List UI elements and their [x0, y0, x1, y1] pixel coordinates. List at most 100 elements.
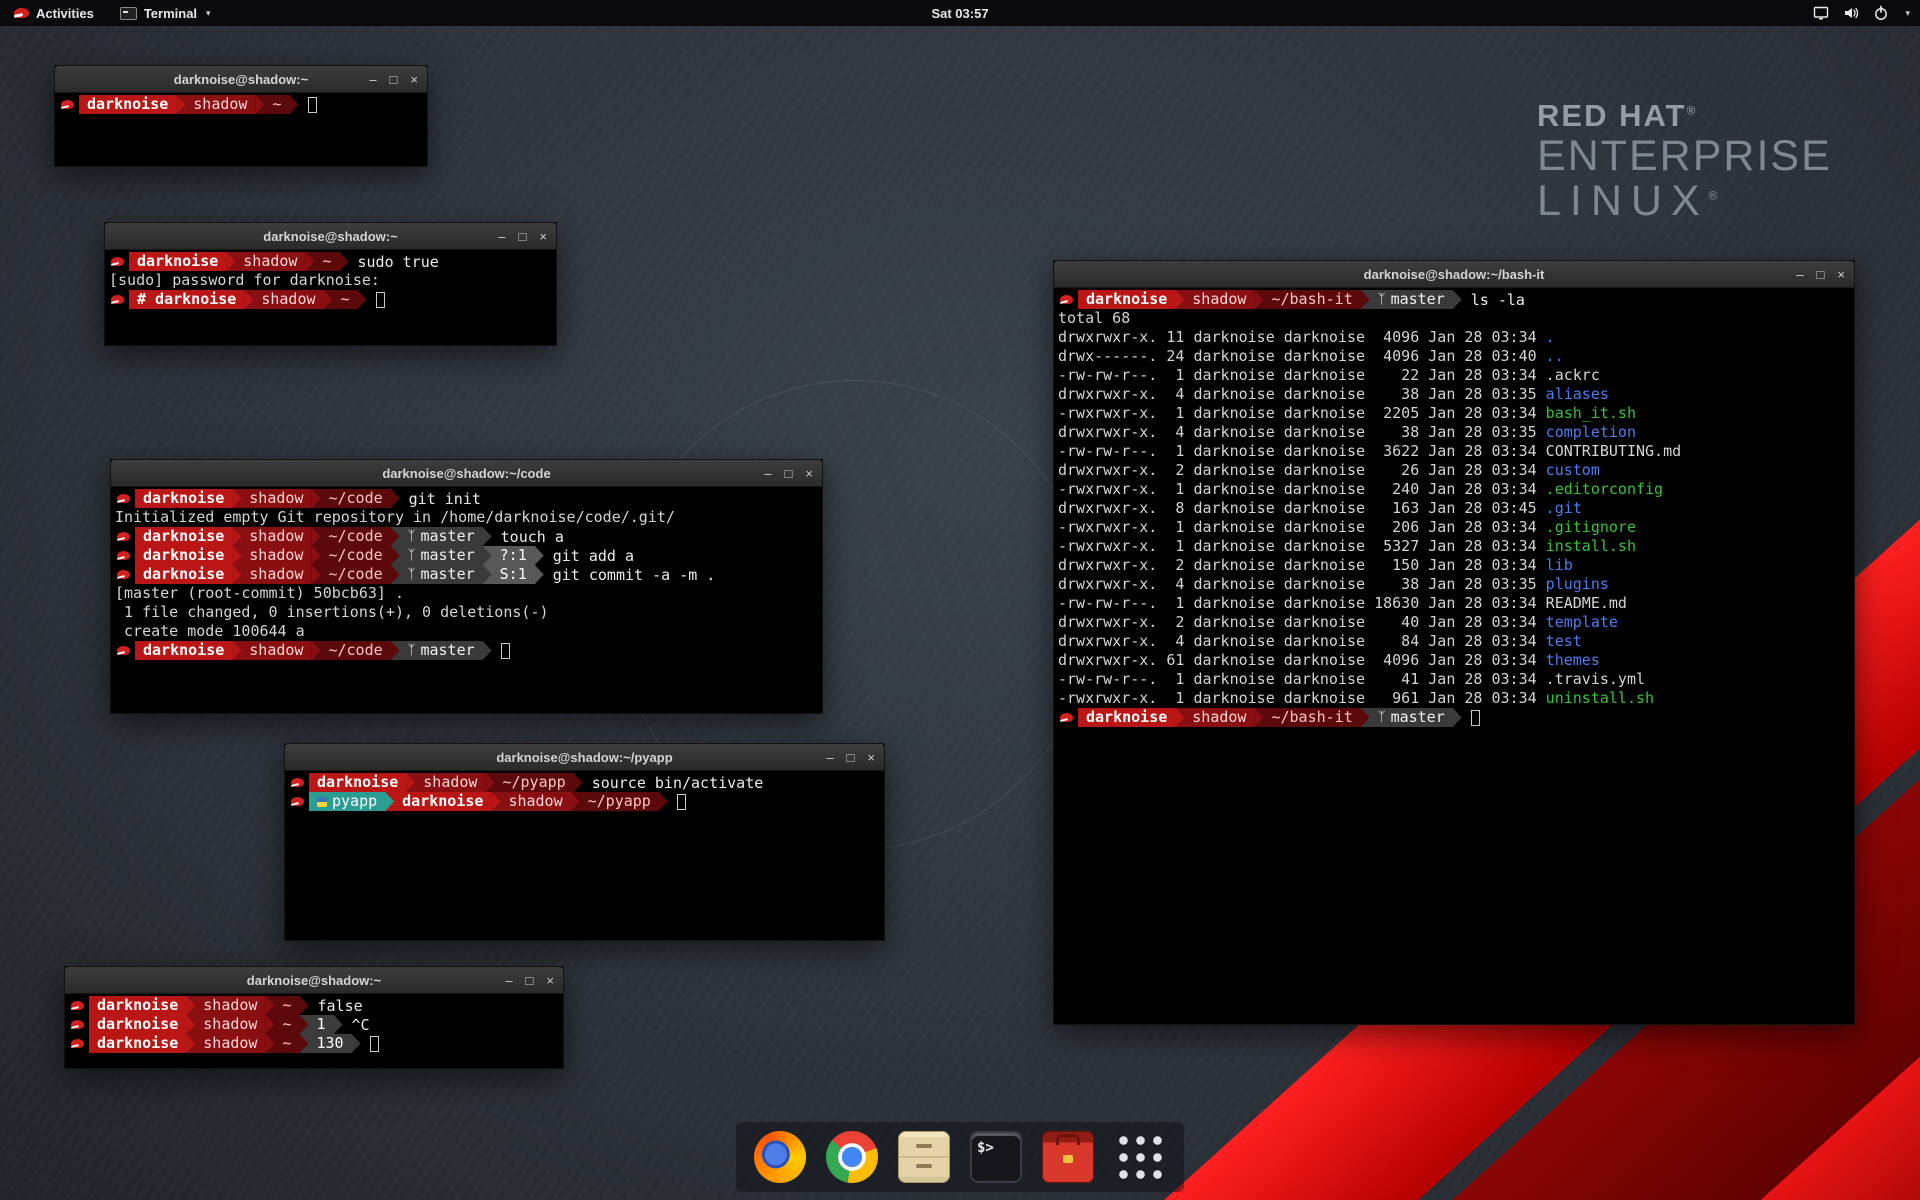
terminal-body[interactable]: darknoiseshadow~: [55, 93, 427, 166]
terminal-window-code[interactable]: darknoise@shadow:~/code–□×darknoiseshado…: [110, 459, 823, 714]
minimize-button[interactable]: –: [826, 751, 833, 764]
close-button[interactable]: ×: [805, 467, 813, 480]
prompt-segment-path: ~/code: [320, 527, 390, 546]
terminal-body[interactable]: darknoiseshadow~falsedarknoiseshadow~1^C…: [65, 994, 563, 1068]
window-titlebar[interactable]: darknoise@shadow:~/bash-it–□×: [1054, 261, 1854, 288]
output-text: bash_it.sh: [1546, 404, 1636, 423]
prompt-segment-host: shadow: [415, 773, 485, 792]
clock[interactable]: Sat 03:57: [931, 6, 988, 21]
prompt-segment-path: ~: [264, 95, 289, 114]
redhat-prompt-icon: [71, 1020, 84, 1029]
dock-firefox-icon[interactable]: [754, 1131, 806, 1183]
terminal-line: create mode 100644 a: [115, 622, 818, 641]
volume-icon[interactable]: [1843, 5, 1859, 21]
terminal-window-exit-codes[interactable]: darknoise@shadow:~ – □ × darknoiseshadow~fal…: [64, 966, 564, 1069]
minimize-button[interactable]: –: [369, 73, 376, 86]
window-title: darknoise@shadow:~: [247, 973, 381, 988]
output-text: .editorconfig: [1546, 480, 1663, 499]
maximize-button[interactable]: □: [847, 751, 855, 764]
powerline-arrow-icon: [1453, 290, 1462, 309]
terminal-window-bash-it[interactable]: darknoise@shadow:~/bash-it–□×darknoisesh…: [1053, 260, 1855, 1025]
window-title: darknoise@shadow:~: [174, 72, 308, 87]
app-menu-terminal[interactable]: Terminal ▾: [114, 0, 217, 26]
output-text: [sudo] password for darknoise:: [109, 271, 380, 290]
terminal-line: darknoiseshadow~/codeᛉmasterS:1git commi…: [115, 565, 818, 584]
dock-files-icon[interactable]: [898, 1131, 950, 1183]
close-button[interactable]: ×: [539, 230, 547, 243]
powerline-arrow-icon: [352, 1034, 361, 1053]
terminal-line: drwxrwxr-x. 11 darknoise darknoise 4096 …: [1058, 328, 1850, 347]
window-titlebar[interactable]: darknoise@shadow:~ – □ ×: [65, 967, 563, 994]
prompt-segment-path: ~/pyapp: [494, 773, 573, 792]
status-menu-caret-icon[interactable]: ▾: [1905, 8, 1910, 19]
power-icon[interactable]: [1873, 5, 1889, 21]
output-text: drwxrwxr-x. 2 darknoise darknoise 40 Jan…: [1058, 613, 1546, 632]
minimize-button[interactable]: –: [505, 974, 512, 987]
prompt-segment-status: ?:1: [492, 546, 535, 565]
terminal-line: -rwxrwxr-x. 1 darknoise darknoise 2205 J…: [1058, 404, 1850, 423]
terminal-window-home-small[interactable]: darknoise@shadow:~–□×darknoiseshadow~: [54, 65, 428, 167]
output-text: drwxrwxr-x. 4 darknoise darknoise 38 Jan…: [1058, 385, 1546, 404]
terminal-line: darknoiseshadow~/bash-itᛉmaster: [1058, 708, 1850, 727]
prompt-segment-user: darknoise: [135, 546, 232, 565]
terminal-body[interactable]: darknoiseshadow~/bash-itᛉmasterls -latot…: [1054, 288, 1854, 1024]
window-controls: – □ ×: [826, 744, 875, 771]
display-icon[interactable]: [1813, 5, 1829, 21]
prompt-segment-host: shadow: [185, 95, 255, 114]
terminal-line: Initialized empty Git repository in /hom…: [115, 508, 818, 527]
close-button[interactable]: ×: [867, 751, 875, 764]
git-branch-icon: ᛉ: [408, 641, 416, 660]
dock-chrome-icon[interactable]: [826, 1131, 878, 1183]
output-text: Initialized empty Git repository in /hom…: [115, 508, 675, 527]
close-button[interactable]: ×: [410, 73, 418, 86]
output-text: drwxrwxr-x. 61 darknoise darknoise 4096 …: [1058, 651, 1546, 670]
dock-toolbox-icon[interactable]: [1042, 1131, 1094, 1183]
powerline-arrow-icon: [311, 489, 320, 508]
prompt-segment-user: # darknoise: [129, 290, 244, 309]
command-text: source bin/activate: [592, 774, 764, 792]
terminal-line: # darknoiseshadow~: [109, 290, 552, 309]
terminal-body[interactable]: darknoiseshadow~sudo true[sudo] password…: [105, 250, 556, 345]
prompt-segment-path: ~/bash-it: [1263, 708, 1360, 727]
dock-terminal-icon[interactable]: $>: [970, 1131, 1022, 1183]
powerline-arrow-icon: [391, 489, 400, 508]
powerline-arrow-icon: [406, 773, 415, 792]
minimize-button[interactable]: –: [498, 230, 505, 243]
terminal-body[interactable]: darknoiseshadow~/pyappsource bin/activat…: [285, 771, 884, 940]
terminal-window-pyapp[interactable]: darknoise@shadow:~/pyapp–□×darknoiseshad…: [284, 743, 885, 941]
output-text: 1 file changed, 0 insertions(+), 0 delet…: [115, 603, 548, 622]
terminal-line: -rwxrwxr-x. 1 darknoise darknoise 5327 J…: [1058, 537, 1850, 556]
output-text: -rw-rw-r--. 1 darknoise darknoise 18630 …: [1058, 594, 1546, 613]
maximize-button[interactable]: □: [1817, 268, 1825, 281]
maximize-button[interactable]: □: [785, 467, 793, 480]
close-button[interactable]: ×: [546, 974, 554, 987]
system-status-area[interactable]: ▾: [1813, 5, 1920, 21]
minimize-button[interactable]: –: [764, 467, 771, 480]
output-text: CONTRIBUTING.md: [1546, 442, 1681, 461]
maximize-button[interactable]: □: [390, 73, 398, 86]
prompt-segment-path: ~: [333, 290, 358, 309]
activities-button[interactable]: Activities: [8, 0, 100, 26]
window-titlebar[interactable]: darknoise@shadow:~–□×: [105, 223, 556, 250]
redhat-prompt-icon: [71, 1001, 84, 1010]
window-titlebar[interactable]: darknoise@shadow:~ – □ ×: [55, 66, 427, 93]
powerline-arrow-icon: [391, 527, 400, 546]
window-title: darknoise@shadow:~/pyapp: [496, 750, 672, 765]
powerline-arrow-icon: [574, 773, 583, 792]
git-branch-icon: ᛉ: [1378, 708, 1386, 727]
close-button[interactable]: ×: [1837, 268, 1845, 281]
terminal-window-sudo[interactable]: darknoise@shadow:~–□×darknoiseshadow~sud…: [104, 222, 557, 346]
powerline-arrow-icon: [300, 996, 309, 1015]
minimize-button[interactable]: –: [1796, 268, 1803, 281]
maximize-button[interactable]: □: [519, 230, 527, 243]
window-titlebar[interactable]: darknoise@shadow:~/code–□×: [111, 460, 822, 487]
terminal-line: darknoiseshadow~/codegit init: [115, 489, 818, 508]
window-titlebar[interactable]: darknoise@shadow:~/pyapp – □ ×: [285, 744, 884, 771]
terminal-body[interactable]: darknoiseshadow~/codegit initInitialized…: [111, 487, 822, 713]
dock-app-grid-icon[interactable]: [1114, 1131, 1166, 1183]
terminal-line: darknoiseshadow~130: [69, 1034, 559, 1053]
redhat-prompt-icon: [117, 570, 130, 579]
maximize-button[interactable]: □: [526, 974, 534, 987]
output-text: plugins: [1546, 575, 1609, 594]
dock: $>: [736, 1122, 1184, 1192]
